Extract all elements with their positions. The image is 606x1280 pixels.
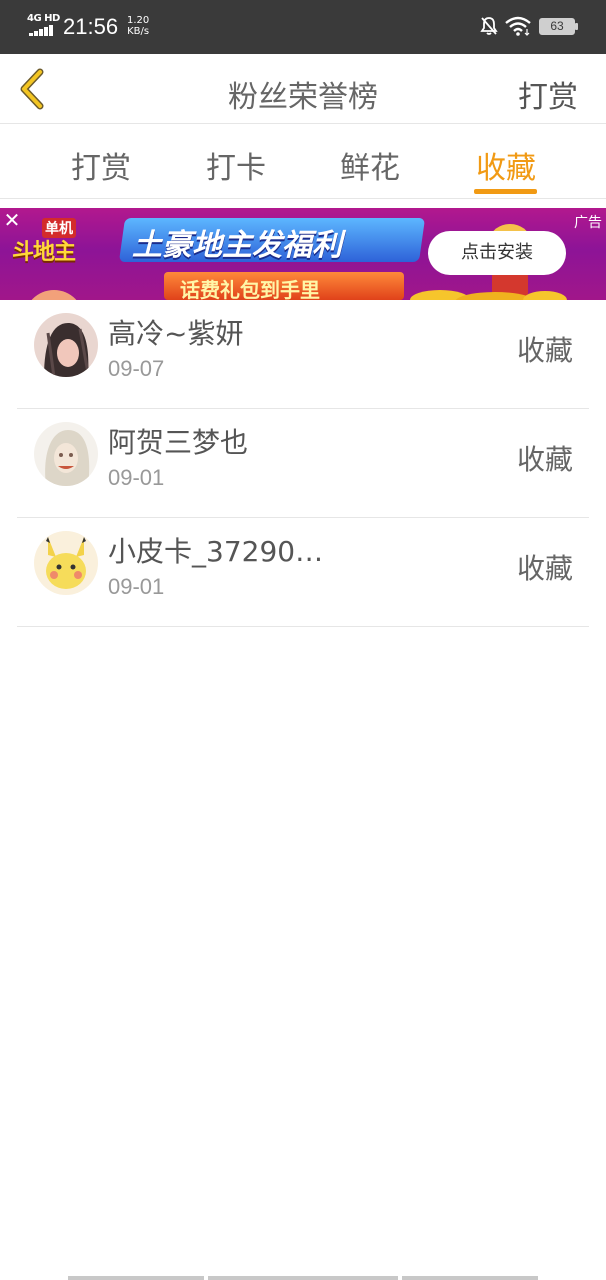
wifi-icon — [505, 16, 531, 36]
close-icon[interactable]: ✕ — [2, 210, 22, 230]
ad-logo: 单机 斗地主 — [12, 218, 92, 270]
signal-icon — [29, 25, 53, 36]
list-item[interactable]: 阿贺三梦也 09-01 收藏 — [17, 409, 589, 518]
avatar[interactable] — [34, 531, 98, 595]
network-type: 4G HD — [27, 13, 60, 24]
avatar[interactable] — [34, 422, 98, 486]
bell-muted-icon — [480, 17, 498, 35]
date: 09-07 — [108, 356, 165, 381]
date: 09-01 — [108, 574, 165, 599]
avatar[interactable] — [34, 313, 98, 377]
tab-reward[interactable]: 打赏 — [61, 143, 141, 187]
net-speed-unit: KB/s — [127, 26, 150, 37]
ad-logo-big-text: 斗地主 — [12, 240, 76, 265]
date: 09-01 — [108, 465, 165, 490]
battery-icon: 63 — [539, 18, 578, 35]
user-name: 小皮卡_37290… — [108, 535, 324, 568]
ad-coins-image — [410, 290, 567, 300]
list-item[interactable]: 小皮卡_37290… 09-01 收藏 — [17, 518, 589, 627]
tab-favorites[interactable]: 收藏 — [466, 143, 546, 187]
tab-bar: 打赏 打卡 鲜花 收藏 — [0, 125, 606, 199]
ad-decoration — [24, 290, 84, 300]
net-speed-value: 1.20 — [127, 15, 150, 26]
action-label: 收藏 — [516, 552, 573, 585]
ad-banner[interactable]: 单机 斗地主 土豪地主发福利 话费礼包到手里 点击安装 ✕ 广告 — [0, 208, 606, 300]
action-label: 收藏 — [516, 443, 573, 476]
tab-checkin[interactable]: 打卡 — [196, 143, 276, 187]
user-name: 高冷~紫妍 — [108, 317, 244, 350]
active-tab-indicator — [474, 189, 537, 194]
status-bar: 4G HD 21:56 1.20 KB/s 63 — [0, 0, 606, 54]
page-title: 粉丝荣誉榜 — [228, 80, 378, 115]
user-name: 阿贺三梦也 — [108, 426, 249, 459]
app-header: 粉丝荣誉榜 打赏 — [0, 54, 606, 124]
fan-list: 高冷~紫妍 09-07 收藏 阿贺三梦也 09-01 收藏 小皮卡_37290…… — [17, 300, 589, 627]
ad-subtitle: 话费礼包到手里 — [180, 278, 320, 300]
ad-label: 广告 — [574, 215, 602, 231]
home-indicator — [68, 1276, 538, 1280]
clock: 21:56 — [63, 14, 119, 39]
tab-flowers[interactable]: 鲜花 — [330, 143, 410, 187]
ad-install-button[interactable]: 点击安装 — [428, 231, 566, 275]
action-label: 收藏 — [516, 334, 573, 367]
list-item[interactable]: 高冷~紫妍 09-07 收藏 — [17, 300, 589, 409]
net-speed: 1.20 KB/s — [127, 15, 149, 37]
ad-slogan: 土豪地主发福利 — [132, 228, 342, 263]
reward-button[interactable]: 打赏 — [518, 72, 578, 116]
